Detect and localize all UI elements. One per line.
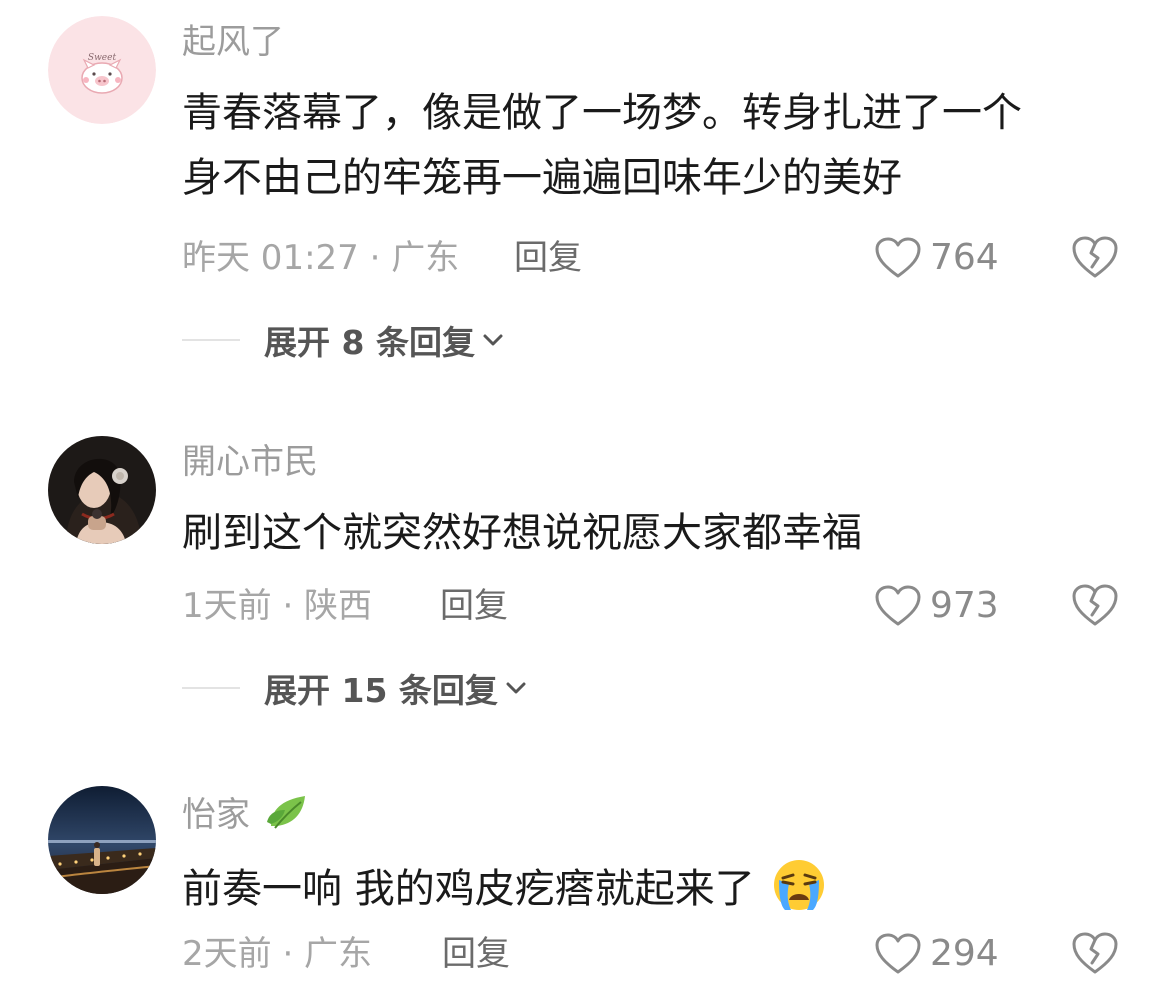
dislike-button[interactable]: [1070, 930, 1120, 980]
night-bridge-avatar-icon: [48, 786, 156, 894]
comment-item: 怡家 前奏一响 我的鸡皮疙瘩就起来了 2天前 · 广东 回复 294: [0, 0, 1170, 1006]
crying-face-emoji-icon: [774, 860, 825, 910]
username[interactable]: 怡家: [182, 792, 311, 835]
like-button[interactable]: 294: [874, 930, 999, 978]
comment-text: 前奏一响 我的鸡皮疙瘩就起来了: [182, 858, 1122, 914]
comment-meta: 2天前 · 广东: [182, 934, 373, 974]
username-label: 怡家: [182, 795, 250, 835]
avatar[interactable]: [48, 786, 156, 894]
broken-heart-icon: [1072, 932, 1118, 974]
like-count: 294: [930, 933, 999, 974]
comment-text-line: 前奏一响 我的鸡皮疙瘩就起来了: [182, 858, 1122, 914]
leaf-icon: [266, 796, 305, 829]
comment-text-content: 前奏一响 我的鸡皮疙瘩就起来了: [182, 866, 755, 912]
reply-button[interactable]: 回复: [442, 934, 510, 974]
heart-icon: [875, 933, 921, 974]
